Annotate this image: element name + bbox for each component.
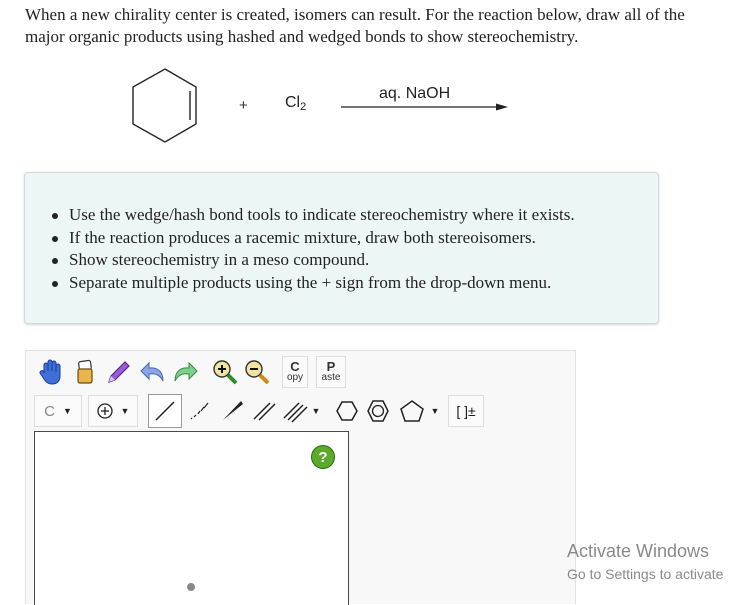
- cyclohexane-icon: [336, 401, 358, 421]
- cyclopentane-tool[interactable]: ▼: [394, 395, 444, 427]
- copy-button[interactable]: C opy: [282, 356, 308, 388]
- charge-selector[interactable]: ▼: [88, 395, 138, 427]
- instruction-item: Separate multiple products using the + s…: [52, 272, 575, 295]
- arrow-head-icon: [496, 103, 508, 111]
- reagent-cl2: Cl2: [285, 94, 307, 113]
- zoom-in-button[interactable]: [210, 355, 240, 389]
- cyclohexane-tool[interactable]: [334, 395, 360, 427]
- paste-button[interactable]: P aste: [316, 356, 346, 388]
- cyclohexene-structure: [132, 68, 508, 143]
- hash-bond-icon: [190, 402, 209, 420]
- single-bond-icon: [155, 401, 175, 421]
- chevron-down-icon: ▼: [62, 406, 72, 416]
- instruction-item: Use the wedge/hash bond tools to indicat…: [52, 204, 575, 227]
- question-text: When a new chirality center is created, …: [25, 5, 685, 46]
- pen-icon: [108, 361, 130, 383]
- instruction-item: Show stereochemistry in a meso compound.: [52, 249, 575, 272]
- benzene-icon: [367, 400, 389, 422]
- zoom-out-icon: [245, 360, 270, 385]
- benzene-tool[interactable]: [364, 395, 392, 427]
- hash-bond-tool[interactable]: [184, 395, 216, 427]
- activate-windows-subtitle: Go to Settings to activate: [567, 566, 724, 582]
- zoom-out-button[interactable]: [242, 355, 272, 389]
- single-bond-tool[interactable]: [148, 394, 182, 428]
- reaction-plus: +: [239, 97, 248, 114]
- redo-icon: [174, 361, 198, 382]
- wedge-bond-tool[interactable]: [216, 395, 248, 427]
- chevron-down-icon: ▼: [311, 406, 321, 416]
- redo-button[interactable]: [170, 355, 200, 389]
- chevron-down-icon: ▼: [120, 406, 130, 416]
- pentagon-icon: [399, 400, 424, 422]
- double-bond-icon: [253, 402, 276, 421]
- atom-selector[interactable]: C ▼: [34, 395, 82, 427]
- instructions-list: Use the wedge/hash bond tools to indicat…: [52, 204, 575, 295]
- pen-tool-button[interactable]: [104, 355, 134, 389]
- help-button[interactable]: ?: [311, 445, 335, 469]
- structure-editor: C opy P aste C ▼ ▼ ▼ ▼ []± ?: [25, 350, 576, 605]
- double-bond-tool[interactable]: [248, 395, 280, 427]
- eraser-icon: [77, 359, 93, 384]
- reaction-scheme: + Cl2 aq. NaOH: [0, 60, 731, 160]
- zoom-in-icon: [213, 360, 238, 385]
- activate-windows-title: Activate Windows: [567, 541, 710, 561]
- undo-button[interactable]: [138, 355, 168, 389]
- wedge-bond-icon: [223, 401, 243, 420]
- canvas-dot: [187, 583, 195, 591]
- reaction-conditions: aq. NaOH: [379, 85, 451, 102]
- undo-icon: [140, 361, 164, 382]
- plus-circle-icon: [96, 403, 113, 419]
- instruction-item: If the reaction produces a racemic mixtu…: [52, 227, 575, 250]
- chevron-down-icon: ▼: [430, 406, 440, 416]
- hand-icon: [39, 359, 61, 385]
- triple-bond-icon: [283, 402, 308, 423]
- eraser-tool-button[interactable]: [70, 355, 100, 389]
- instructions-box: Use the wedge/hash bond tools to indicat…: [24, 172, 659, 324]
- triple-bond-tool[interactable]: ▼: [278, 395, 324, 427]
- hand-tool-button[interactable]: [36, 355, 66, 389]
- drawing-canvas[interactable]: ?: [34, 431, 349, 605]
- bracket-charge-tool[interactable]: [ ]±: [448, 395, 484, 427]
